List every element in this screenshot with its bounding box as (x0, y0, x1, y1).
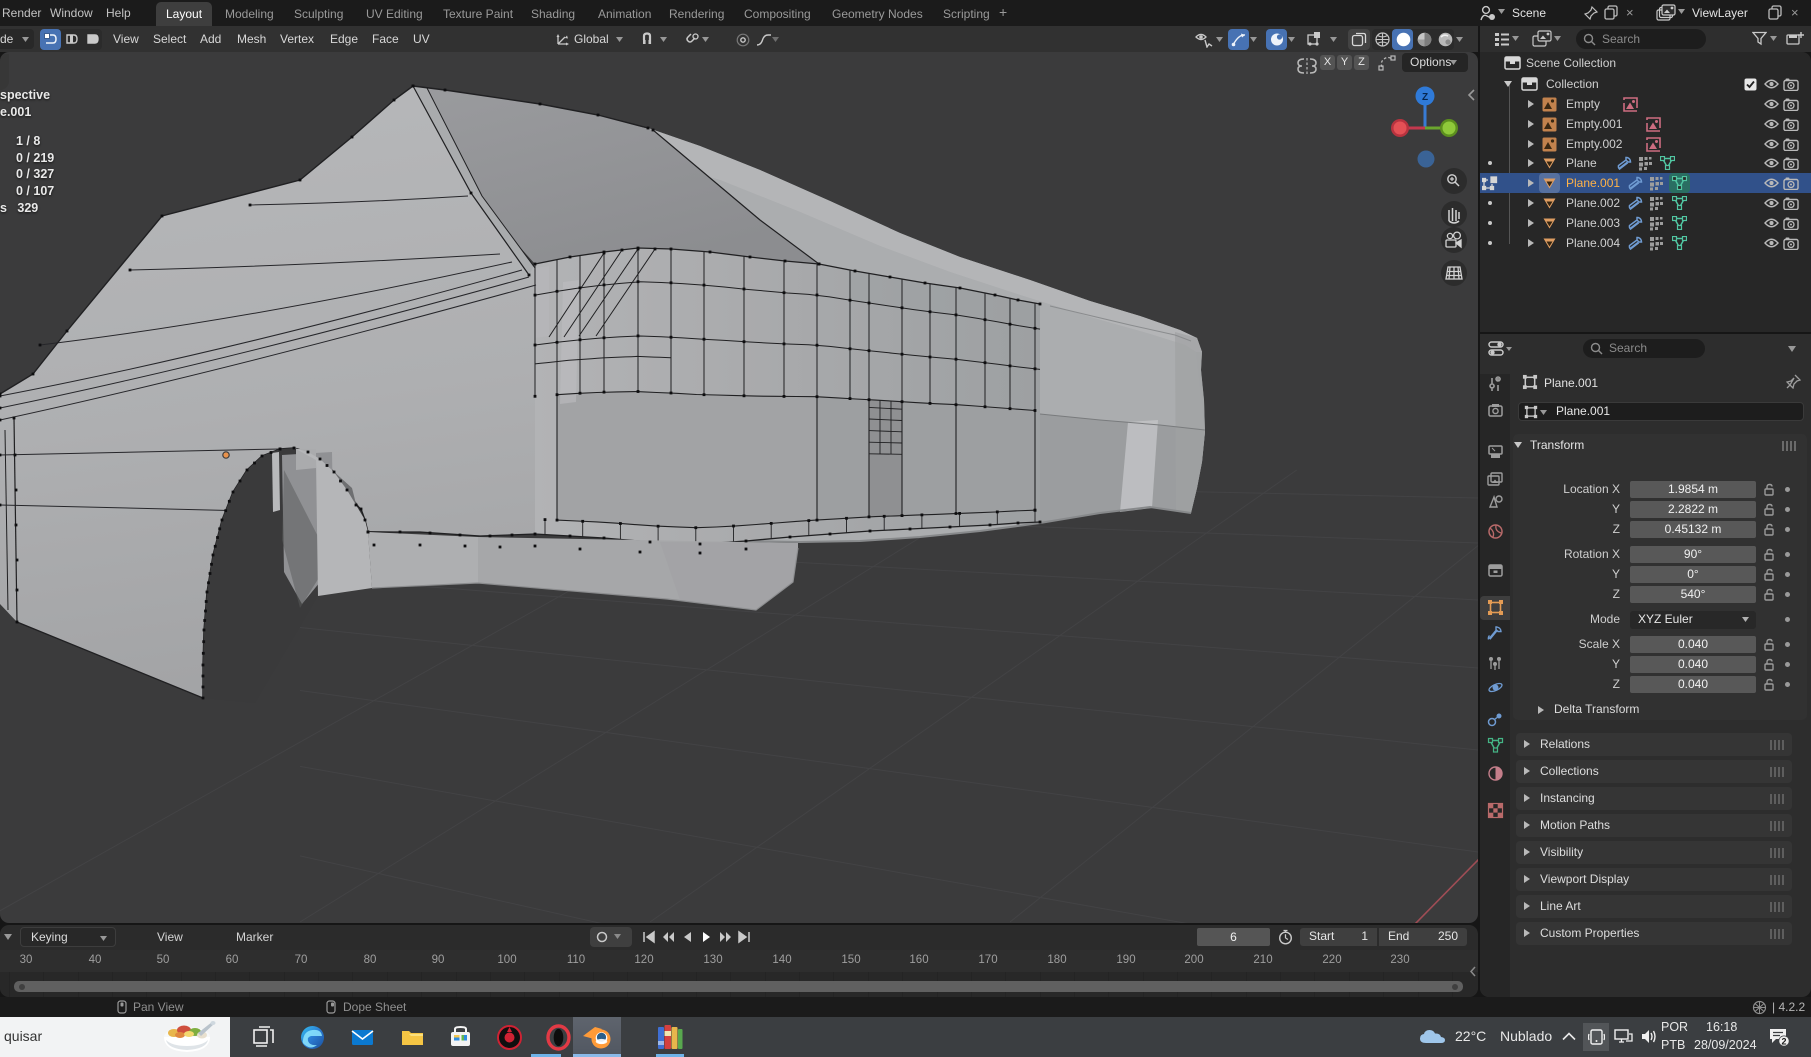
svg-text:Z: Z (1422, 92, 1428, 103)
svg-text:2: 2 (1781, 1037, 1786, 1047)
